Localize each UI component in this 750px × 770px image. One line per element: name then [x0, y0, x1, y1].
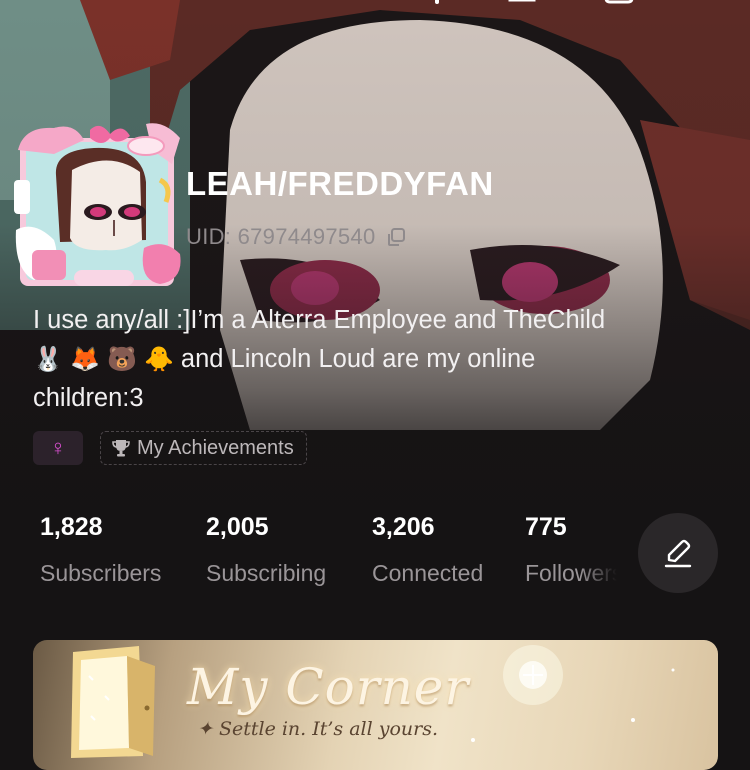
- profile-bio: I use any/all :]I’m a Alterra Employee a…: [33, 301, 723, 418]
- menu-icon[interactable]: [432, 0, 442, 4]
- achievements-label: My Achievements: [137, 436, 294, 459]
- edit-pencil-icon: [664, 539, 692, 568]
- trophy-icon: [112, 440, 130, 457]
- rabbit-emoji-icon: 🐰: [33, 346, 63, 373]
- chick-emoji-icon: 🐥: [143, 346, 174, 373]
- bio-line-2: and Lincoln Loud are my online: [173, 345, 536, 373]
- bio-line-1: I use any/all :]I’m a Alterra Employee a…: [33, 306, 606, 334]
- achievements-button[interactable]: My Achievements: [100, 431, 307, 465]
- door-icon: [71, 646, 155, 758]
- more-icon[interactable]: [702, 0, 742, 4]
- gender-tag: ♀: [33, 431, 83, 465]
- stat-subscribers[interactable]: 1,828 Subscribers: [40, 513, 161, 587]
- scan-icon[interactable]: [604, 0, 634, 4]
- share-icon[interactable]: [508, 0, 542, 4]
- stat-label: Connected: [372, 560, 484, 586]
- stat-label: Subscribing: [206, 560, 327, 586]
- female-symbol-icon: ♀: [49, 435, 67, 460]
- edit-profile-button[interactable]: [638, 513, 718, 593]
- stat-value: 775: [525, 513, 567, 541]
- stat-label: Subscribers: [40, 560, 162, 586]
- stat-label: Followers: [525, 560, 617, 586]
- banner-title: My Corner: [187, 658, 470, 716]
- stat-value: 2,005: [206, 513, 269, 541]
- bear-emoji-icon: 🐻: [106, 346, 137, 373]
- profile-username: LEAH/FREDDYFAN: [186, 165, 494, 202]
- stat-connected[interactable]: 3,206 Connected: [372, 513, 483, 587]
- stat-value: 3,206: [372, 513, 435, 541]
- fox-emoji-icon: 🦊: [69, 346, 100, 373]
- bio-line-3: children:3: [33, 384, 144, 412]
- copy-icon[interactable]: [386, 227, 406, 247]
- banner-subtitle: ✦ Settle in. It’s all yours.: [197, 718, 439, 740]
- uid-row: UID: 67974497540: [186, 224, 406, 250]
- stat-value: 1,828: [40, 513, 103, 541]
- stat-followers[interactable]: 775 Followers: [525, 513, 617, 587]
- uid-text: UID: 67974497540: [186, 224, 376, 249]
- top-toolbar: [420, 0, 750, 8]
- my-corner-banner[interactable]: My Corner ✦ Settle in. It’s all yours.: [33, 640, 718, 770]
- stat-subscribing[interactable]: 2,005 Subscribing: [206, 513, 326, 587]
- avatar[interactable]: [14, 120, 186, 288]
